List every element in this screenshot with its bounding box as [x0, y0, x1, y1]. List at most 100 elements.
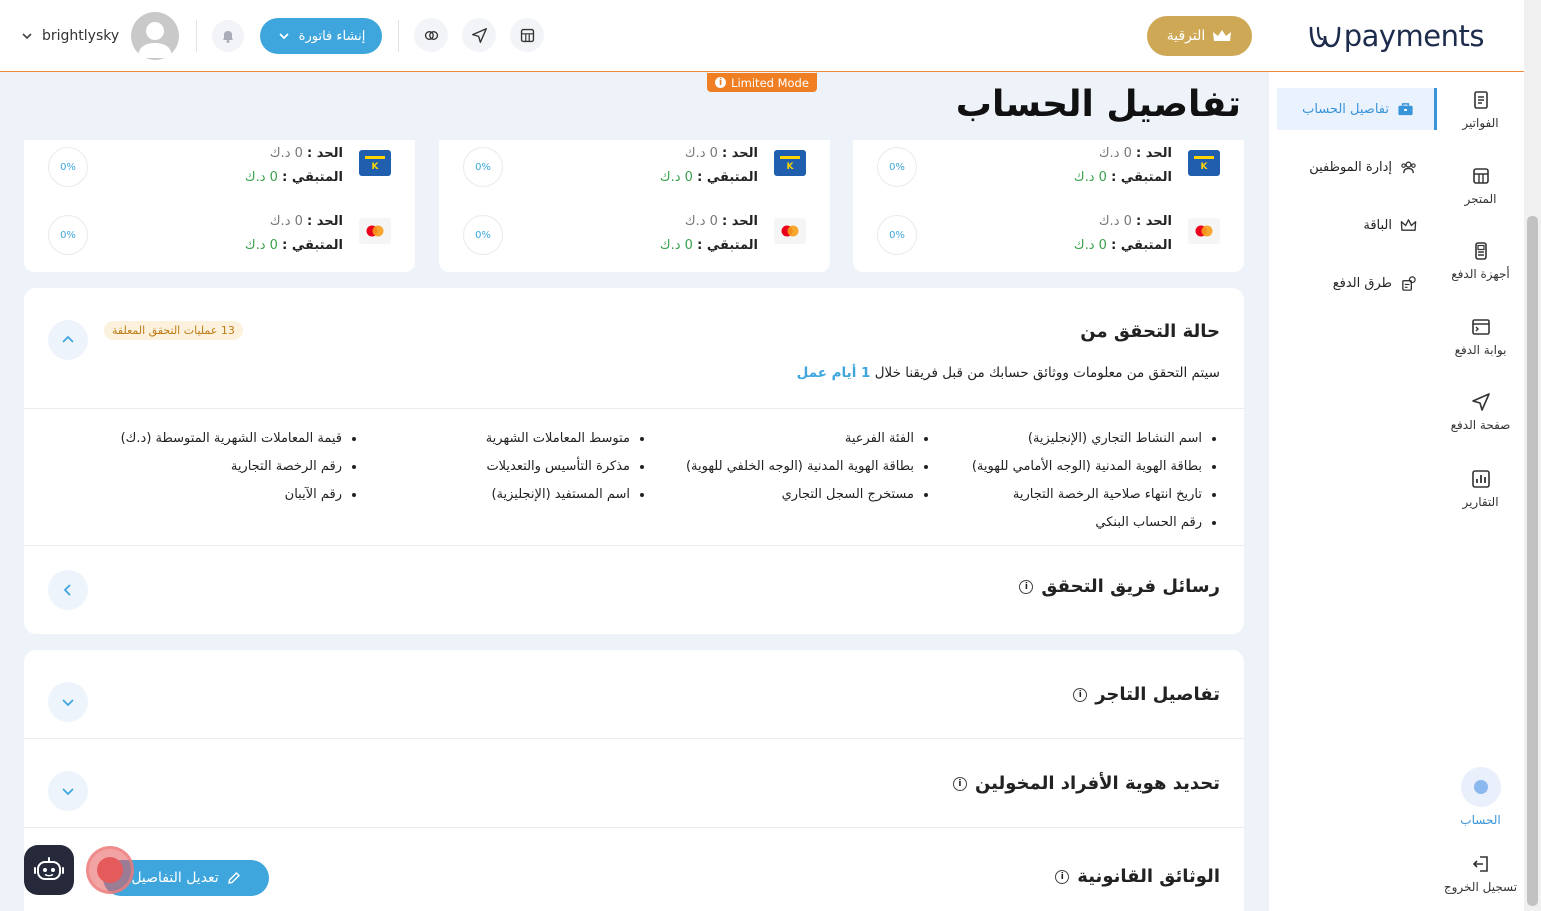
- legal-documents-title: الوثائق القانونية i: [1055, 866, 1220, 887]
- requirement-item: مذكرة التأسيس والتعديلات: [486, 453, 630, 481]
- mastercard-limit-row: الحد : 0 د.ك المتبقي : 0 د.ك 0%: [853, 210, 1244, 260]
- pencil-icon: [227, 872, 240, 884]
- send-link-button[interactable]: [462, 18, 496, 52]
- rail-item-invoices[interactable]: الفواتير: [1437, 90, 1524, 130]
- requirement-item: متوسط المعاملات الشهرية: [486, 425, 630, 453]
- remaining-label: المتبقي :: [1111, 170, 1172, 185]
- svg-text:K: K: [787, 162, 795, 172]
- info-icon[interactable]: i: [1019, 579, 1034, 594]
- header-divider: [398, 20, 399, 52]
- usage-percent-ring: 0%: [463, 147, 503, 187]
- merchant-details-title: تفاصيل التاجر i: [1073, 684, 1220, 705]
- scrollbar-thumb[interactable]: [1527, 216, 1538, 906]
- verification-days: 1 أيام عمل: [796, 365, 871, 381]
- send-icon: [1471, 393, 1490, 411]
- info-icon[interactable]: i: [952, 776, 967, 791]
- rail-item-payment-gateway[interactable]: بوابة الدفع: [1437, 317, 1524, 357]
- usage-percent-ring: 0%: [48, 215, 88, 255]
- usage-percent-ring: 0%: [877, 215, 917, 255]
- chevron-down-icon: [22, 33, 32, 40]
- rail-item-pos-devices[interactable]: أجهزة الدفع: [1437, 241, 1524, 281]
- team-messages-toggle[interactable]: [48, 570, 88, 610]
- rail-item-logout[interactable]: تسجيل الخروج: [1437, 854, 1524, 894]
- info-icon[interactable]: i: [1055, 869, 1070, 884]
- page-scrollbar[interactable]: [1524, 0, 1541, 911]
- divider: [24, 827, 1244, 828]
- limit-value: 0 د.ك: [684, 214, 718, 229]
- notifications-button[interactable]: [212, 20, 244, 52]
- sub-nav-payment-methods[interactable]: طرق الدفع: [1277, 262, 1437, 304]
- sub-nav-label: طرق الدفع: [1332, 275, 1392, 291]
- requirement-item: رقم الرخصة التجارية: [121, 453, 342, 481]
- briefcase-icon: [1398, 102, 1413, 115]
- limit-value: 0 د.ك: [1098, 146, 1132, 161]
- svg-text:K: K: [372, 162, 380, 172]
- info-icon[interactable]: i: [1073, 687, 1088, 702]
- user-menu[interactable]: brightlysky: [20, 12, 180, 60]
- usage-percent-ring: 0%: [463, 215, 503, 255]
- requirement-item: قيمة المعاملات الشهرية المتوسطة (د.ك): [121, 425, 342, 453]
- notification-pulse-indicator[interactable]: [86, 846, 134, 894]
- mastercard-limit-row: الحد : 0 د.ك المتبقي : 0 د.ك 0%: [24, 210, 415, 260]
- send-icon: [471, 27, 487, 43]
- icon-rail: الفواتير المتجر أجهزة الدفع بوابة الدفع …: [1437, 72, 1524, 911]
- requirements-column: اسم النشاط التجاري (الإنجليزية) بطاقة ال…: [972, 425, 1220, 537]
- requirement-item: رقم الآيبان: [121, 481, 342, 509]
- section-title-text: تحديد هوية الأفراد المخولين: [974, 773, 1220, 794]
- limits-card: K الحد : 0 د.ك المتبقي : 0 د.ك 0% الحد :…: [24, 140, 415, 272]
- limits-card: K الحد : 0 د.ك المتبقي : 0 د.ك 0% الحد :…: [853, 140, 1244, 272]
- remaining-value: 0 د.ك: [1073, 238, 1107, 253]
- account-avatar-icon: [1460, 767, 1501, 807]
- divider: [24, 738, 1244, 739]
- limit-label: الحد :: [1136, 214, 1172, 229]
- link-button[interactable]: [414, 18, 448, 52]
- limit-label: الحد :: [307, 146, 343, 161]
- limit-value: 0 د.ك: [1098, 214, 1132, 229]
- sub-nav-staff[interactable]: إدارة الموظفين: [1277, 146, 1437, 188]
- store-shortcut-button[interactable]: [510, 18, 544, 52]
- mastercard-logo-icon: [774, 218, 806, 244]
- header-divider: [196, 20, 197, 52]
- sub-nav-account-details[interactable]: تفاصيل الحساب: [1277, 88, 1437, 130]
- info-icon: i: [715, 77, 727, 88]
- requirement-item: بطاقة الهوية المدنية (الوجه الأمامي للهو…: [972, 453, 1202, 481]
- brand-logo[interactable]: payments: [1308, 18, 1485, 54]
- sub-nav-package[interactable]: الباقة: [1277, 204, 1437, 246]
- rail-item-reports[interactable]: التقارير: [1437, 469, 1524, 509]
- requirement-item: اسم المستفيد (الإنجليزية): [486, 481, 630, 509]
- support-chat-button[interactable]: [24, 845, 74, 895]
- rail-label: المتجر: [1464, 192, 1497, 206]
- authorized-persons-title: تحديد هوية الأفراد المخولين i: [952, 773, 1220, 794]
- knet-limit-row: K الحد : 0 د.ك المتبقي : 0 د.ك 0%: [439, 142, 830, 192]
- avatar: [131, 12, 180, 60]
- divider: [24, 545, 1244, 546]
- create-invoice-label: إنشاء فاتورة: [298, 28, 366, 44]
- store-icon: [520, 28, 534, 42]
- bell-icon: [223, 31, 233, 43]
- remaining-value: 0 د.ك: [244, 170, 278, 185]
- verification-card: حالة التحقق من 13 عمليات التحقق المعلقة …: [24, 288, 1244, 634]
- upgrade-button[interactable]: الترقية: [1147, 16, 1252, 56]
- requirement-item: بطاقة الهوية المدنية (الوجه الخلفي للهوي…: [686, 453, 914, 481]
- sub-nav-label: إدارة الموظفين: [1309, 159, 1392, 175]
- logo-text: payments: [1343, 19, 1485, 53]
- rail-label: الفواتير: [1462, 116, 1499, 130]
- user-silhouette-icon: [138, 22, 173, 58]
- remaining-value: 0 د.ك: [659, 170, 693, 185]
- create-invoice-button[interactable]: إنشاء فاتورة: [260, 18, 382, 54]
- section-title-text: الوثائق القانونية: [1077, 866, 1220, 887]
- rail-item-payment-page[interactable]: صفحة الدفع: [1437, 392, 1524, 432]
- rail-label: أجهزة الدفع: [1451, 267, 1510, 281]
- authorized-persons-toggle[interactable]: [48, 771, 88, 811]
- merchant-details-toggle[interactable]: [48, 682, 88, 722]
- knet-logo-icon: K: [359, 150, 391, 176]
- crown-icon: [1213, 30, 1232, 41]
- limit-text: الحد : 0 د.ك المتبقي : 0 د.ك: [245, 142, 343, 190]
- rail-item-store[interactable]: المتجر: [1437, 166, 1524, 206]
- limit-label: الحد :: [1136, 146, 1172, 161]
- knet-logo-icon: K: [1188, 150, 1220, 176]
- sub-nav-label: الباقة: [1363, 217, 1392, 233]
- remaining-value: 0 د.ك: [244, 238, 278, 253]
- collapse-verification-button[interactable]: [48, 320, 88, 360]
- rail-item-account[interactable]: الحساب: [1437, 767, 1524, 827]
